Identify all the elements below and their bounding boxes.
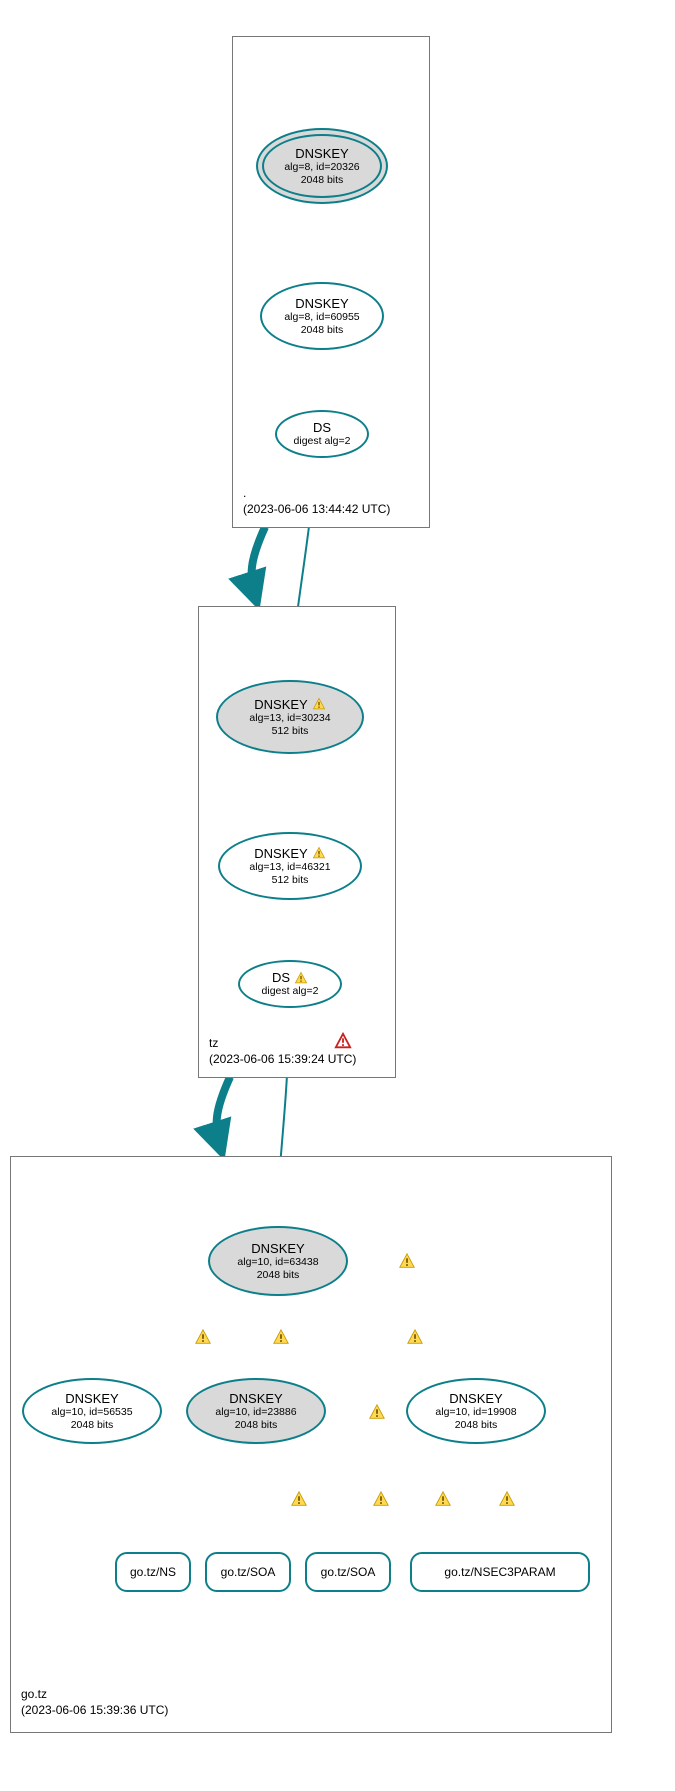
node-title: DNSKEY	[295, 146, 348, 161]
node-sub2: 2048 bits	[301, 174, 344, 187]
node-tz-zsk[interactable]: DNSKEY alg=13, id=46321 512 bits	[218, 832, 362, 900]
node-gotz-k2[interactable]: DNSKEY alg=10, id=56535 2048 bits	[22, 1378, 162, 1444]
warning-icon	[312, 846, 326, 860]
node-rr-nsec3[interactable]: go.tz/NSEC3PARAM	[410, 1552, 590, 1592]
warning-icon	[194, 1328, 212, 1346]
node-sub1: alg=8, id=20326	[284, 161, 359, 174]
warning-icon	[406, 1328, 424, 1346]
error-icon	[334, 1032, 352, 1050]
zone-root-ts: (2023-06-06 13:44:42 UTC)	[243, 501, 390, 517]
dnssec-graph-canvas: . (2023-06-06 13:44:42 UTC) DNSKEY alg=8…	[0, 0, 675, 1791]
warning-icon	[372, 1490, 390, 1508]
warning-icon	[368, 1403, 386, 1421]
node-root-ksk[interactable]: DNSKEY alg=8, id=20326 2048 bits	[256, 128, 388, 204]
warning-icon	[272, 1328, 290, 1346]
node-rr-ns[interactable]: go.tz/NS	[115, 1552, 191, 1592]
node-tz-ds[interactable]: DS digest alg=2	[238, 960, 342, 1008]
node-rr-soa2[interactable]: go.tz/SOA	[305, 1552, 391, 1592]
warning-icon	[398, 1252, 416, 1270]
node-root-zsk[interactable]: DNSKEY alg=8, id=60955 2048 bits	[260, 282, 384, 350]
warning-icon	[290, 1490, 308, 1508]
node-gotz-k4[interactable]: DNSKEY alg=10, id=19908 2048 bits	[406, 1378, 546, 1444]
warning-icon	[498, 1490, 516, 1508]
zone-gotz-name: go.tz	[21, 1686, 168, 1702]
warning-icon	[434, 1490, 452, 1508]
node-rr-soa1[interactable]: go.tz/SOA	[205, 1552, 291, 1592]
warning-icon	[312, 697, 326, 711]
warning-icon	[294, 971, 308, 985]
node-root-ds[interactable]: DS digest alg=2	[275, 410, 369, 458]
node-tz-ksk[interactable]: DNSKEY alg=13, id=30234 512 bits	[216, 680, 364, 754]
zone-tz-ts: (2023-06-06 15:39:24 UTC)	[209, 1051, 356, 1067]
node-gotz-ksk[interactable]: DNSKEY alg=10, id=63438 2048 bits	[208, 1226, 348, 1296]
zone-root-name: .	[243, 485, 390, 501]
zone-gotz-ts: (2023-06-06 15:39:36 UTC)	[21, 1702, 168, 1718]
node-gotz-k3[interactable]: DNSKEY alg=10, id=23886 2048 bits	[186, 1378, 326, 1444]
